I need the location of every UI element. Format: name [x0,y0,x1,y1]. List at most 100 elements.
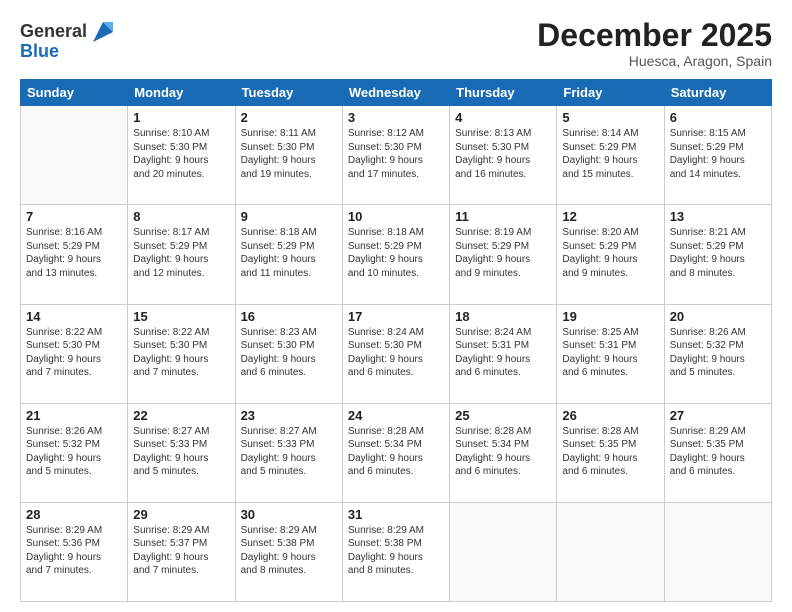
day-info: Sunrise: 8:25 AM Sunset: 5:31 PM Dayligh… [562,326,658,380]
calendar-cell [557,502,664,601]
day-number: 18 [455,309,551,324]
calendar-cell: 4Sunrise: 8:13 AM Sunset: 5:30 PM Daylig… [450,106,557,205]
calendar: SundayMondayTuesdayWednesdayThursdayFrid… [20,79,772,602]
day-info: Sunrise: 8:21 AM Sunset: 5:29 PM Dayligh… [670,226,766,280]
calendar-cell: 18 Sunrise: 8:24 AM Sunset: 5:31 PM Dayli… [450,304,557,403]
day-info: Sunrise: 8:10 AM Sunset: 5:30 PM Dayligh… [133,127,229,181]
weekday-header-row: SundayMondayTuesdayWednesdayThursdayFrid… [21,80,772,106]
calendar-cell: 5 Sunrise: 8:14 AM Sunset: 5:29 PM Daylig… [557,106,664,205]
day-info: Sunrise: 8:20 AM Sunset: 5:29 PM Dayligh… [562,226,658,280]
week-row-4: 21 Sunrise: 8:26 AM Sunset: 5:32 PM Dayli… [21,403,772,502]
day-info: Sunrise: 8:29 AM Sunset: 5:37 PM Dayligh… [133,524,229,578]
calendar-cell: 31 Sunrise: 8:29 AM Sunset: 5:38 PM Dayli… [342,502,449,601]
day-number: 1 [133,110,229,125]
calendar-cell: 26 Sunrise: 8:28 AM Sunset: 5:35 PM Dayli… [557,403,664,502]
calendar-cell: 23Sunrise: 8:27 AM Sunset: 5:33 PM Dayli… [235,403,342,502]
calendar-cell: 22 Sunrise: 8:27 AM Sunset: 5:33 PM Dayli… [128,403,235,502]
day-info: Sunrise: 8:14 AM Sunset: 5:29 PM Dayligh… [562,127,658,181]
weekday-header-monday: Monday [128,80,235,106]
week-row-3: 14 Sunrise: 8:22 AM Sunset: 5:30 PM Dayli… [21,304,772,403]
calendar-cell: 28 Sunrise: 8:29 AM Sunset: 5:36 PM Dayli… [21,502,128,601]
calendar-cell: 11 Sunrise: 8:19 AM Sunset: 5:29 PM Dayli… [450,205,557,304]
day-info: Sunrise: 8:19 AM Sunset: 5:29 PM Dayligh… [455,226,551,280]
day-info: Sunrise: 8:24 AM Sunset: 5:31 PM Dayligh… [455,326,551,380]
day-number: 30 [241,507,337,522]
weekday-header-thursday: Thursday [450,80,557,106]
calendar-cell: 30Sunrise: 8:29 AM Sunset: 5:38 PM Dayli… [235,502,342,601]
day-number: 28 [26,507,122,522]
day-info: Sunrise: 8:29 AM Sunset: 5:38 PM Dayligh… [348,524,444,578]
day-number: 31 [348,507,444,522]
day-info: Sunrise: 8:11 AM Sunset: 5:30 PM Dayligh… [241,127,337,181]
logo-icon [89,18,117,46]
day-number: 26 [562,408,658,423]
day-number: 6 [670,110,766,125]
day-info: Sunrise: 8:27 AM Sunset: 5:33 PM Dayligh… [133,425,229,479]
day-number: 15 [133,309,229,324]
day-number: 7 [26,209,122,224]
day-info: Sunrise: 8:18 AM Sunset: 5:29 PM Dayligh… [241,226,337,280]
day-number: 14 [26,309,122,324]
day-info: Sunrise: 8:15 AM Sunset: 5:29 PM Dayligh… [670,127,766,181]
logo: General Blue [20,18,117,62]
day-number: 20 [670,309,766,324]
week-row-5: 28 Sunrise: 8:29 AM Sunset: 5:36 PM Dayli… [21,502,772,601]
day-info: Sunrise: 8:24 AM Sunset: 5:30 PM Dayligh… [348,326,444,380]
calendar-cell [450,502,557,601]
calendar-cell: 17 Sunrise: 8:24 AM Sunset: 5:30 PM Dayli… [342,304,449,403]
day-info: Sunrise: 8:16 AM Sunset: 5:29 PM Dayligh… [26,226,122,280]
day-number: 17 [348,309,444,324]
calendar-cell: 29 Sunrise: 8:29 AM Sunset: 5:37 PM Dayli… [128,502,235,601]
calendar-cell: 9 Sunrise: 8:18 AM Sunset: 5:29 PM Daylig… [235,205,342,304]
calendar-cell: 12 Sunrise: 8:20 AM Sunset: 5:29 PM Dayli… [557,205,664,304]
calendar-cell: 13 Sunrise: 8:21 AM Sunset: 5:29 PM Dayli… [664,205,771,304]
day-number: 29 [133,507,229,522]
calendar-cell: 25 Sunrise: 8:28 AM Sunset: 5:34 PM Dayli… [450,403,557,502]
calendar-cell: 7 Sunrise: 8:16 AM Sunset: 5:29 PM Daylig… [21,205,128,304]
weekday-header-saturday: Saturday [664,80,771,106]
calendar-cell: 15 Sunrise: 8:22 AM Sunset: 5:30 PM Dayli… [128,304,235,403]
day-number: 2 [241,110,337,125]
calendar-cell: 1 Sunrise: 8:10 AM Sunset: 5:30 PM Daylig… [128,106,235,205]
calendar-cell [664,502,771,601]
week-row-2: 7 Sunrise: 8:16 AM Sunset: 5:29 PM Daylig… [21,205,772,304]
day-info: Sunrise: 8:26 AM Sunset: 5:32 PM Dayligh… [670,326,766,380]
day-info: Sunrise: 8:22 AM Sunset: 5:30 PM Dayligh… [26,326,122,380]
weekday-header-friday: Friday [557,80,664,106]
day-number: 27 [670,408,766,423]
day-info: Sunrise: 8:27 AM Sunset: 5:33 PM Dayligh… [241,425,337,479]
day-info: Sunrise: 8:28 AM Sunset: 5:34 PM Dayligh… [455,425,551,479]
day-info: Sunrise: 8:29 AM Sunset: 5:36 PM Dayligh… [26,524,122,578]
day-info: Sunrise: 8:22 AM Sunset: 5:30 PM Dayligh… [133,326,229,380]
day-info: Sunrise: 8:23 AM Sunset: 5:30 PM Dayligh… [241,326,337,380]
day-info: Sunrise: 8:26 AM Sunset: 5:32 PM Dayligh… [26,425,122,479]
day-number: 5 [562,110,658,125]
day-number: 16 [241,309,337,324]
calendar-cell: 10Sunrise: 8:18 AM Sunset: 5:29 PM Dayli… [342,205,449,304]
day-number: 19 [562,309,658,324]
day-number: 12 [562,209,658,224]
calendar-cell: 19 Sunrise: 8:25 AM Sunset: 5:31 PM Dayli… [557,304,664,403]
day-number: 4 [455,110,551,125]
calendar-cell: 14 Sunrise: 8:22 AM Sunset: 5:30 PM Dayli… [21,304,128,403]
day-number: 25 [455,408,551,423]
week-row-1: 1 Sunrise: 8:10 AM Sunset: 5:30 PM Daylig… [21,106,772,205]
day-number: 9 [241,209,337,224]
day-info: Sunrise: 8:17 AM Sunset: 5:29 PM Dayligh… [133,226,229,280]
day-info: Sunrise: 8:28 AM Sunset: 5:34 PM Dayligh… [348,425,444,479]
month-title: December 2025 [537,18,772,53]
day-number: 11 [455,209,551,224]
weekday-header-wednesday: Wednesday [342,80,449,106]
day-number: 22 [133,408,229,423]
day-number: 8 [133,209,229,224]
weekday-header-sunday: Sunday [21,80,128,106]
day-number: 13 [670,209,766,224]
day-info: Sunrise: 8:29 AM Sunset: 5:35 PM Dayligh… [670,425,766,479]
calendar-cell: 24 Sunrise: 8:28 AM Sunset: 5:34 PM Dayli… [342,403,449,502]
day-info: Sunrise: 8:28 AM Sunset: 5:35 PM Dayligh… [562,425,658,479]
header: General Blue December 2025 Huesca, Arago… [20,18,772,69]
day-number: 3 [348,110,444,125]
day-number: 24 [348,408,444,423]
weekday-header-tuesday: Tuesday [235,80,342,106]
day-number: 21 [26,408,122,423]
